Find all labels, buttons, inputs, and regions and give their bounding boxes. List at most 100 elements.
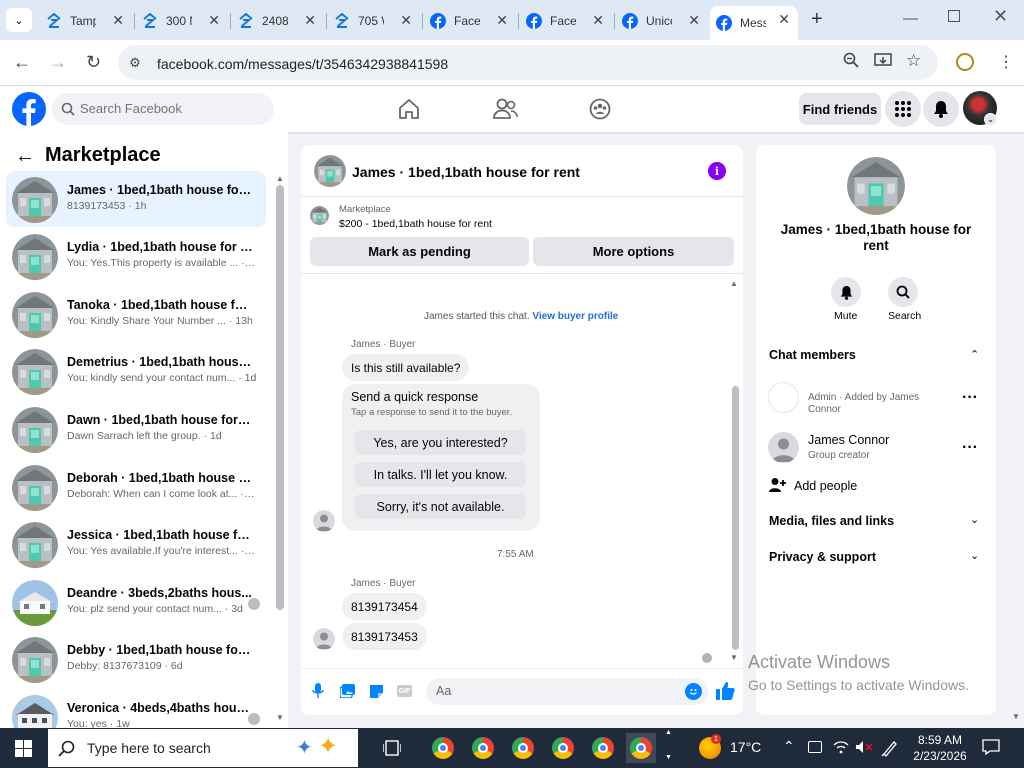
view-buyer-profile-link[interactable]: View buyer profile bbox=[532, 311, 618, 322]
chevron-down-icon[interactable]: ⌄ bbox=[970, 549, 979, 562]
chrome-taskbar-icon[interactable] bbox=[428, 733, 458, 763]
browser-tab[interactable]: 2408 ✕ bbox=[232, 7, 324, 34]
profile-icon[interactable] bbox=[956, 53, 974, 71]
media-files-header[interactable]: Media, files and links bbox=[769, 514, 894, 528]
info-avatar[interactable] bbox=[847, 157, 905, 215]
browser-tab[interactable]: Unico ✕ bbox=[616, 7, 708, 34]
close-tab-icon[interactable]: ✕ bbox=[304, 12, 316, 29]
find-friends-button[interactable]: Find friends bbox=[799, 93, 881, 125]
photo-icon[interactable] bbox=[339, 684, 355, 699]
chrome-taskbar-icon[interactable] bbox=[468, 733, 498, 763]
close-tab-icon[interactable]: ✕ bbox=[208, 12, 220, 29]
close-tab-icon[interactable]: ✕ bbox=[688, 12, 700, 29]
member-avatar[interactable] bbox=[768, 432, 799, 463]
menu-grid-button[interactable] bbox=[885, 91, 921, 127]
install-app-icon[interactable] bbox=[874, 53, 892, 69]
site-info-icon[interactable]: ⚙ bbox=[125, 53, 145, 73]
privacy-support-header[interactable]: Privacy & support bbox=[769, 550, 876, 564]
quick-response-not-available[interactable]: Sorry, it's not available. bbox=[355, 494, 526, 519]
message-input[interactable]: Aa bbox=[426, 678, 708, 705]
device-icon[interactable] bbox=[808, 741, 822, 753]
search-input[interactable] bbox=[80, 101, 260, 116]
back-button[interactable]: ← bbox=[13, 52, 31, 73]
buyer-avatar[interactable] bbox=[313, 510, 335, 532]
add-person-icon[interactable] bbox=[769, 477, 787, 493]
browser-tab[interactable]: Facebook ✕ bbox=[424, 7, 516, 34]
chrome-taskbar-icon[interactable] bbox=[626, 733, 656, 763]
thumbs-up-icon[interactable] bbox=[715, 681, 735, 701]
facebook-search[interactable] bbox=[52, 93, 274, 125]
close-tab-icon[interactable]: ✕ bbox=[592, 12, 604, 29]
network-icon[interactable] bbox=[833, 740, 849, 754]
conversation-item[interactable]: Deborah · 1bed,1bath house for ... Debora… bbox=[6, 459, 266, 515]
taskbar-scroll[interactable]: ▲ ▼ bbox=[665, 729, 673, 767]
pen-icon[interactable] bbox=[881, 739, 899, 757]
browser-tab[interactable]: Tampa ✕ bbox=[40, 7, 132, 34]
listing-thumbnail[interactable] bbox=[310, 206, 329, 225]
close-tab-icon[interactable]: ✕ bbox=[778, 11, 790, 28]
conversation-item[interactable]: Tanoka · 1bed,1bath house for r... You: K… bbox=[6, 286, 266, 342]
taskbar-search[interactable]: Type here to search ✦ ✦ bbox=[48, 729, 358, 767]
chat-title[interactable]: James · 1bed,1bath house for rent bbox=[352, 164, 580, 180]
scroll-down-icon[interactable]: ▼ bbox=[276, 713, 284, 722]
browser-tab[interactable]: 300 N ✕ bbox=[136, 7, 228, 34]
conversation-item[interactable]: James · 1bed,1bath house for rent 8139173… bbox=[6, 171, 266, 227]
account-chevron-icon[interactable]: ⌄ bbox=[984, 113, 997, 126]
bookmark-star-icon[interactable]: ☆ bbox=[906, 51, 921, 71]
chat-avatar[interactable] bbox=[314, 155, 346, 187]
notifications-button[interactable] bbox=[923, 91, 959, 127]
reload-button[interactable]: ↻ bbox=[86, 52, 101, 73]
new-tab-button[interactable]: + bbox=[811, 8, 823, 31]
conversation-item[interactable]: Veronica · 4beds,4baths hous... You: yes … bbox=[6, 689, 266, 728]
windows-start-icon[interactable] bbox=[15, 740, 32, 757]
close-tab-icon[interactable]: ✕ bbox=[496, 12, 508, 29]
volume-muted-icon[interactable] bbox=[855, 740, 873, 754]
minimize-button[interactable]: — bbox=[903, 10, 918, 27]
conversation-item[interactable]: Dawn · 1bed,1bath house for rent Dawn Sar… bbox=[6, 401, 266, 457]
info-icon[interactable]: i bbox=[708, 162, 726, 180]
browser-tab[interactable]: 705 W ✕ bbox=[328, 7, 420, 34]
chat-scrollbar[interactable] bbox=[732, 386, 739, 650]
groups-nav-icon[interactable] bbox=[589, 98, 611, 120]
member-name[interactable]: James Connor bbox=[808, 433, 889, 447]
chevron-up-icon[interactable]: ⌃ bbox=[970, 348, 979, 361]
conversation-item[interactable]: Demetrius · 1bed,1bath house f... You: ki… bbox=[6, 343, 266, 399]
temperature[interactable]: 17°C bbox=[730, 739, 761, 755]
mute-button[interactable] bbox=[831, 277, 861, 307]
page-scroll-down-icon[interactable]: ▼ bbox=[1012, 712, 1020, 721]
browser-tab[interactable]: Facebook ✕ bbox=[520, 7, 612, 34]
buyer-avatar[interactable] bbox=[313, 628, 335, 650]
facebook-logo-icon[interactable] bbox=[12, 92, 46, 126]
more-options-button[interactable]: More options bbox=[533, 237, 734, 266]
member-options-icon[interactable]: ··· bbox=[962, 389, 978, 407]
browser-menu-icon[interactable]: ⋮ bbox=[998, 52, 1014, 72]
mark-pending-button[interactable]: Mark as pending bbox=[310, 237, 529, 266]
zoom-icon[interactable] bbox=[843, 52, 859, 68]
restore-button[interactable] bbox=[948, 10, 960, 22]
member-avatar[interactable] bbox=[768, 382, 799, 413]
close-window-button[interactable]: ✕ bbox=[993, 6, 1008, 27]
microphone-icon[interactable] bbox=[312, 683, 324, 699]
chat-scroll-down-icon[interactable]: ▼ bbox=[730, 653, 738, 662]
member-options-icon[interactable]: ··· bbox=[962, 439, 978, 457]
search-button[interactable] bbox=[888, 277, 918, 307]
sticker-icon[interactable] bbox=[369, 684, 384, 698]
browser-tab[interactable]: Messenger ✕ bbox=[710, 6, 798, 40]
conversation-item[interactable]: Debby · 1bed,1bath house for re... Debby:… bbox=[6, 631, 266, 687]
chat-scroll-up-icon[interactable]: ▲ bbox=[730, 279, 738, 288]
add-people-link[interactable]: Add people bbox=[794, 479, 857, 493]
conversation-item[interactable]: Lydia · 1bed,1bath house for rent You: Ye… bbox=[6, 228, 266, 284]
listing-title[interactable]: $200 - 1bed,1bath house for rent bbox=[339, 218, 492, 230]
chrome-taskbar-icon[interactable] bbox=[588, 733, 618, 763]
emoji-icon[interactable] bbox=[685, 683, 702, 700]
show-hidden-icons-icon[interactable]: ⌃ bbox=[783, 738, 795, 755]
gif-icon[interactable]: GIF bbox=[397, 685, 412, 697]
chevron-down-icon[interactable]: ⌄ bbox=[970, 513, 979, 526]
conversation-item[interactable]: Jessica · 1bed,1bath house for re... You:… bbox=[6, 516, 266, 572]
quick-response-yes[interactable]: Yes, are you interested? bbox=[355, 430, 526, 455]
close-tab-icon[interactable]: ✕ bbox=[112, 12, 124, 29]
friends-nav-icon[interactable] bbox=[492, 98, 518, 120]
close-tab-icon[interactable]: ✕ bbox=[400, 12, 412, 29]
chat-members-header[interactable]: Chat members bbox=[769, 348, 856, 362]
conversation-item[interactable]: Deandre · 3beds,2baths hous... You: plz s… bbox=[6, 574, 266, 630]
